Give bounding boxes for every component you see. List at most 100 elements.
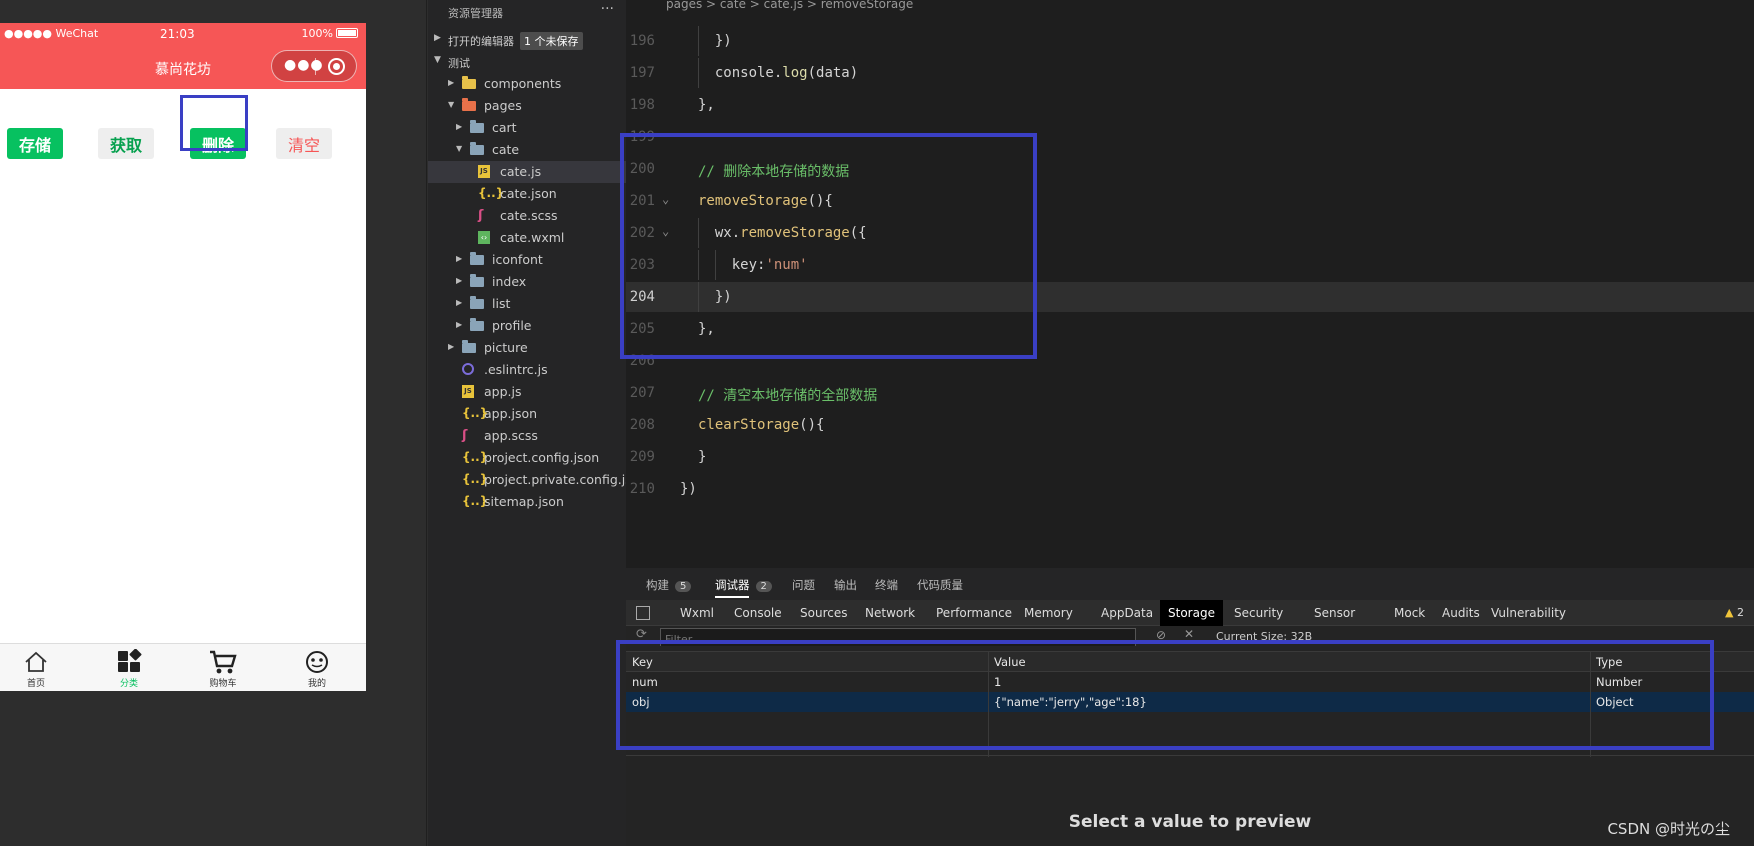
profile-icon (306, 651, 328, 673)
line-number: 198 (629, 97, 655, 113)
tree-item-cart[interactable]: ▶ cart (428, 117, 626, 139)
code-text: }, (698, 97, 715, 113)
status-time: 21:03 (160, 27, 195, 41)
warning-indicator[interactable]: ▲ 2 (1725, 606, 1744, 619)
tree-item-sitemap-json[interactable]: {..} sitemap.json (428, 491, 626, 513)
tree-item-label: app.scss (484, 428, 538, 443)
breadcrumb-path[interactable]: pages > cate > cate.js > removeStorage (666, 0, 913, 11)
tab-cart[interactable]: 购物车 (193, 648, 253, 689)
open-editors-section[interactable]: ▶ 打开的编辑器 1 个未保存 (428, 30, 626, 50)
folder-icon (462, 98, 476, 111)
code-line[interactable]: 196 }) (626, 26, 1754, 56)
code-line[interactable]: 209} (626, 442, 1754, 472)
devtools-tab-network[interactable]: Network (857, 600, 923, 626)
tree-item-project-private-config-js-[interactable]: {..} project.private.config.js... (428, 469, 644, 491)
chevron-right-icon[interactable]: ▶ (448, 342, 454, 351)
panel-tab-count: 2 (755, 581, 772, 592)
tree-item-cate-scss[interactable]: ʃ cate.scss (428, 205, 626, 227)
watermark: CSDN @时光の尘 (1607, 820, 1730, 838)
devtools-tab-sensor[interactable]: Sensor (1306, 600, 1363, 626)
tab-category[interactable]: 分类 (99, 648, 159, 689)
tree-item-cate[interactable]: ▼ cate (428, 139, 626, 161)
chevron-down-icon[interactable]: ▼ (456, 144, 462, 153)
status-bar: ●●●●● WeChat 21:03 100% (0, 23, 366, 45)
tree-item-pages[interactable]: ▼ pages (428, 95, 626, 117)
chevron-down-icon[interactable]: ▼ (448, 100, 454, 109)
delete-selected-icon[interactable]: ✕ (1184, 627, 1194, 641)
capsule-menu[interactable]: ●●● (271, 50, 357, 82)
folder-icon (470, 296, 484, 309)
tree-item-iconfont[interactable]: ▶ iconfont (428, 249, 626, 271)
chevron-right-icon: ▶ (434, 33, 441, 43)
devtools-tab-appdata[interactable]: AppData (1093, 600, 1161, 626)
explorer-title: 资源管理器 (448, 7, 503, 20)
eslint-file-icon (462, 363, 474, 375)
tree-item-list[interactable]: ▶ list (428, 293, 626, 315)
devtools-tab-audits[interactable]: Audits (1434, 600, 1488, 626)
chevron-right-icon[interactable]: ▶ (456, 276, 462, 285)
code-line[interactable]: 198}, (626, 90, 1754, 120)
tree-item-picture[interactable]: ▶ picture (428, 337, 626, 359)
tab-home[interactable]: 首页 (6, 648, 66, 689)
panel-tab-4[interactable]: 终端 (875, 577, 898, 593)
code-line[interactable]: 197 console.log(data) (626, 58, 1754, 88)
panel-tab-3[interactable]: 输出 (834, 577, 857, 593)
scss-file-icon: ʃ (478, 208, 484, 223)
tree-item-label: sitemap.json (484, 494, 564, 509)
chevron-right-icon[interactable]: ▶ (456, 254, 462, 263)
tree-item-cate-wxml[interactable]: ‹› cate.wxml (428, 227, 626, 249)
panel-tab-0[interactable]: 构建 5 (646, 577, 692, 593)
tree-item-app-scss[interactable]: ʃ app.scss (428, 425, 626, 447)
devtools-tab-console[interactable]: Console (726, 600, 790, 626)
tree-item-cate-js[interactable]: JS cate.js (428, 161, 626, 183)
chevron-right-icon[interactable]: ▶ (448, 78, 454, 87)
tree-item-components[interactable]: ▶ components (428, 73, 626, 95)
active-tab-underline (715, 596, 749, 598)
code-line[interactable]: 208 clearStorage(){ (626, 410, 1754, 440)
close-target-icon[interactable] (328, 58, 345, 75)
tree-item-label: list (492, 296, 511, 311)
devtools-tab-security[interactable]: Security (1226, 600, 1291, 626)
chevron-right-icon[interactable]: ▶ (456, 298, 462, 307)
devtools-tab-vulnerability[interactable]: Vulnerability (1483, 600, 1574, 626)
tree-item-label: project.config.json (484, 450, 600, 465)
battery-percent: 100% (301, 27, 333, 40)
more-icon[interactable]: ··· (601, 1, 614, 17)
folder-icon (470, 274, 484, 287)
panel-tab-2[interactable]: 问题 (792, 577, 815, 593)
tree-item-label: cate.js (500, 164, 542, 179)
tree-item-label: cart (492, 120, 517, 135)
category-icon (118, 649, 142, 672)
panel-tab-1[interactable]: 调试器 2 (715, 577, 772, 593)
devtools-tab-storage[interactable]: Storage (1160, 600, 1223, 626)
more-dots-icon[interactable]: ●●● (284, 57, 324, 73)
tree-item-app-json[interactable]: {..} app.json (428, 403, 626, 425)
devtools-tab-memory[interactable]: Memory (1016, 600, 1081, 626)
code-line[interactable]: 207 // 清空本地存储的全部数据 (626, 378, 1754, 408)
carrier-label: ●●●●● WeChat (4, 27, 99, 40)
chevron-right-icon[interactable]: ▶ (456, 320, 462, 329)
chevron-right-icon[interactable]: ▶ (456, 122, 462, 131)
tree-item-cate-json[interactable]: {..} cate.json (428, 183, 626, 205)
tree-item-label: iconfont (492, 252, 543, 267)
project-section[interactable]: ▼ 测试 (428, 52, 626, 72)
line-number: 209 (629, 449, 655, 465)
clear-button[interactable]: 清空 (276, 128, 332, 159)
panel-tab-label: 代码质量 (917, 578, 963, 592)
get-button[interactable]: 获取 (98, 128, 154, 159)
panel-tab-5[interactable]: 代码质量 (917, 577, 963, 593)
tab-profile[interactable]: 我的 (287, 648, 347, 689)
tree-item-app-js[interactable]: JS app.js (428, 381, 626, 403)
devtools-tab-mock[interactable]: Mock (1386, 600, 1433, 626)
code-line[interactable]: 210}) (626, 474, 1754, 504)
tree-item-index[interactable]: ▶ index (428, 271, 626, 293)
store-button[interactable]: 存储 (7, 128, 63, 159)
inspect-icon[interactable] (636, 606, 650, 620)
tree-item-profile[interactable]: ▶ profile (428, 315, 626, 337)
devtools-tab-performance[interactable]: Performance (928, 600, 1020, 626)
devtools-tab-sources[interactable]: Sources (792, 600, 855, 626)
tree-item--eslintrc-js[interactable]: .eslintrc.js (428, 359, 626, 381)
devtools-tab-wxml[interactable]: Wxml (672, 600, 722, 626)
code-text: console.log(data) (698, 65, 859, 81)
tree-item-project-config-json[interactable]: {..} project.config.json (428, 447, 626, 469)
